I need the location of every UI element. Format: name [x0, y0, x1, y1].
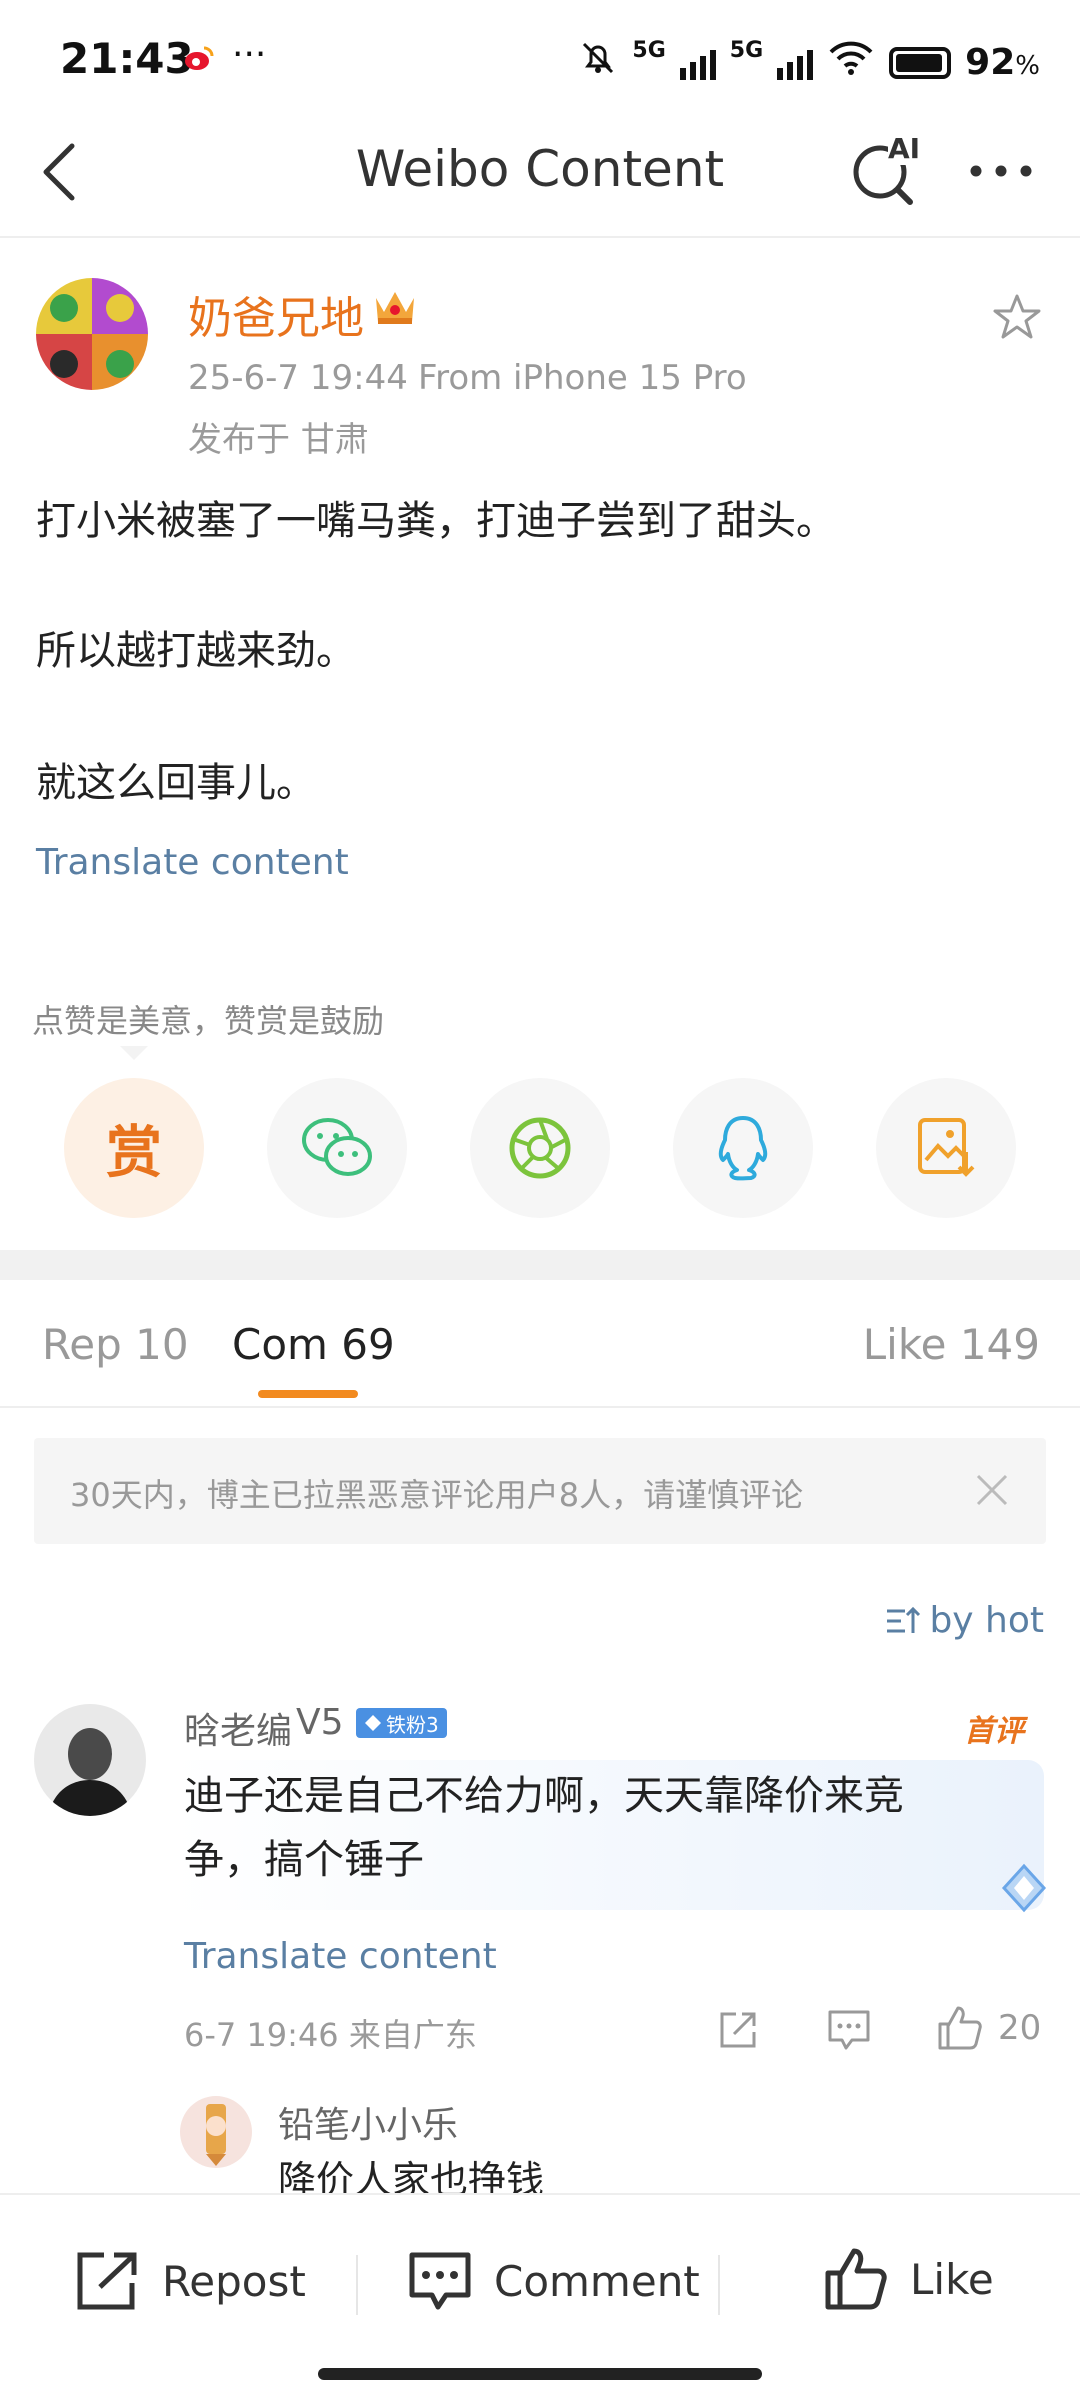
post-source: From iPhone 15 Pro	[418, 358, 747, 398]
author-name[interactable]: 奶爸兄地	[188, 282, 364, 346]
comment-label: Comment	[494, 2256, 700, 2306]
tab-reposts[interactable]: Rep 10	[42, 1320, 189, 1369]
close-notice-button[interactable]	[974, 1472, 1010, 1508]
favorite-star-button[interactable]	[992, 292, 1042, 342]
post-paragraph-2: 所以越打越来劲。	[36, 628, 356, 674]
thumbs-up-icon	[938, 2006, 982, 2050]
post-paragraph-3: 就这么回事儿。	[36, 760, 316, 806]
sort-icon	[887, 1606, 921, 1633]
comment-reply-button[interactable]	[826, 2008, 872, 2052]
wechat-icon	[302, 1118, 372, 1176]
like-thumb-icon	[825, 2248, 887, 2310]
bottom-divider-1	[356, 2255, 358, 2315]
tabs-divider	[0, 1406, 1080, 1408]
post-location: 发布于 甘肃	[188, 420, 369, 460]
comment-text-line2: 争，搞个锤子	[184, 1837, 424, 1883]
like-button[interactable]: Like	[822, 2245, 994, 2313]
comment-like-button[interactable]: 20	[936, 2004, 1041, 2052]
share-wechat-button[interactable]	[267, 1078, 407, 1218]
comment-share-button[interactable]	[716, 2008, 760, 2052]
comment-time-location: 6-7 19:46 来自广东	[184, 2016, 477, 2054]
signal2-icon	[777, 46, 814, 80]
ai-label: AI	[888, 132, 921, 165]
translate-post-link[interactable]: Translate content	[36, 842, 349, 883]
bottom-divider-2	[718, 2255, 720, 2315]
comment-like-count: 20	[998, 2008, 1042, 2048]
status-time: 21:43	[60, 34, 194, 83]
notice-text: 30天内，博主已拉黑恶意评论用户8人，请谨慎评论	[70, 1476, 804, 1514]
translate-comment-link[interactable]: Translate content	[184, 1936, 497, 1977]
reward-glyph: 赏	[106, 1120, 162, 1186]
diamond-icon	[365, 1715, 381, 1731]
signal1-label: 5G	[632, 38, 666, 63]
tab-likes[interactable]: Like 149	[863, 1320, 1040, 1369]
signal2-label: 5G	[729, 38, 764, 63]
mute-bell-icon	[578, 38, 618, 87]
commenter-avatar[interactable]	[34, 1704, 146, 1816]
reward-button[interactable]: 赏	[64, 1078, 204, 1218]
tab-comments[interactable]: Com 69	[232, 1320, 395, 1369]
author-avatar[interactable]	[36, 278, 148, 390]
repost-button[interactable]: Repost	[74, 2249, 306, 2313]
sort-by-hot-button[interactable]: by hot	[885, 1600, 1044, 1641]
active-tab-indicator	[258, 1390, 358, 1398]
sort-label: by hot	[929, 1600, 1044, 1641]
comment-icon	[409, 2252, 471, 2310]
repost-icon	[77, 2252, 137, 2310]
commenter-name[interactable]: 晗老编	[184, 1702, 292, 1754]
fan-badge: 铁粉3	[356, 1708, 447, 1738]
comment-notice-banner: 30天内，博主已拉黑恶意评论用户8人，请谨慎评论	[34, 1438, 1046, 1544]
tip-pointer	[120, 1046, 148, 1060]
sparkle-diamond-icon	[994, 1858, 1054, 1918]
fan-badge-label: 铁粉3	[386, 1712, 439, 1737]
battery-icon	[889, 46, 952, 79]
reply-avatar[interactable]	[180, 2096, 252, 2168]
weibo-notification-icon	[184, 44, 214, 72]
qq-icon	[718, 1116, 768, 1181]
header-divider	[0, 236, 1080, 238]
like-label: Like	[910, 2254, 994, 2304]
status-indicators: 5G 5G 92%	[578, 38, 1040, 87]
image-download-icon	[918, 1118, 975, 1177]
moments-aperture-icon	[509, 1117, 571, 1179]
reply-author[interactable]: 铅笔小小乐	[278, 2096, 458, 2148]
comment-text-line1: 迪子还是自己不给力啊，天天靠降价来竞	[184, 1773, 904, 1819]
post-paragraph-1: 打小米被塞了一嘴马粪，打迪子尝到了甜头。	[36, 498, 836, 544]
home-indicator	[318, 2368, 762, 2380]
commenter-level: V5	[296, 1702, 344, 1743]
more-options-button[interactable]	[966, 156, 1036, 186]
signal1-icon	[679, 46, 716, 80]
save-image-button[interactable]	[876, 1078, 1016, 1218]
reward-tip: 点赞是美意，赞赏是鼓励	[32, 1002, 385, 1040]
first-comment-badge: 首评	[964, 1714, 1024, 1749]
repost-label: Repost	[162, 2256, 306, 2306]
status-more: ···	[232, 34, 267, 75]
wifi-icon	[827, 40, 875, 85]
battery-level: 92%	[965, 42, 1040, 83]
ai-search-button[interactable]: AI	[850, 132, 922, 208]
share-moments-button[interactable]	[470, 1078, 610, 1218]
post-date: 25-6-7 19:44	[188, 358, 408, 398]
share-qq-button[interactable]	[673, 1078, 813, 1218]
vip-crown-icon	[372, 284, 418, 328]
section-separator	[0, 1250, 1080, 1280]
comment-button[interactable]: Comment	[406, 2249, 700, 2313]
